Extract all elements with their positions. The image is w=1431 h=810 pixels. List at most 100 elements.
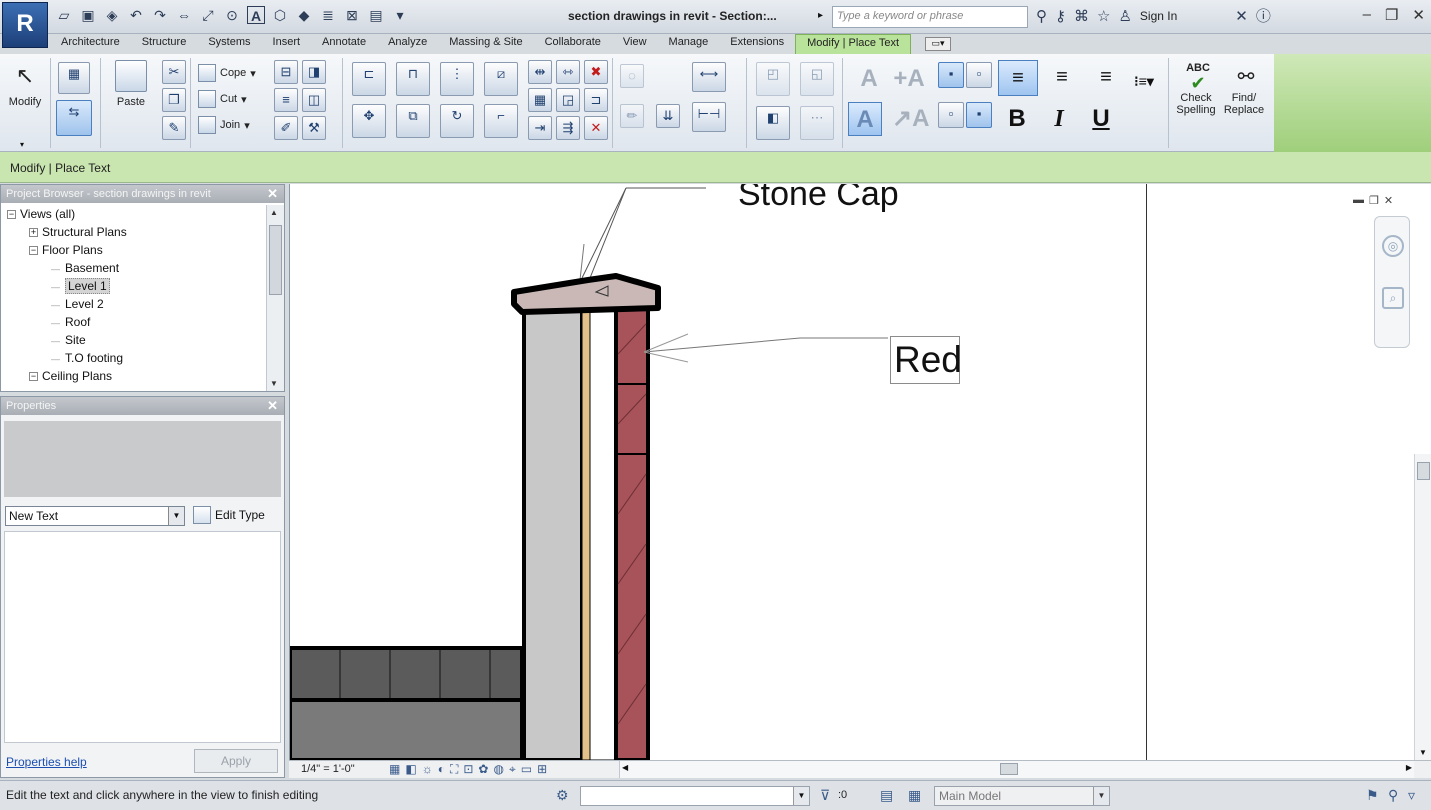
leader-left-icon[interactable]: +A — [892, 62, 926, 96]
close-hidden-icon[interactable]: ⊠ — [343, 6, 361, 24]
tab-extensions[interactable]: Extensions — [719, 34, 795, 54]
shadows-icon[interactable]: ◐ — [438, 762, 445, 777]
leader-top-right-icon[interactable]: ▫ — [966, 62, 992, 88]
search-input[interactable]: Type a keyword or phrase — [832, 6, 1028, 28]
crop-view-icon[interactable]: ⛶ — [450, 762, 458, 777]
scroll-down-icon[interactable]: ▼ — [270, 379, 278, 388]
scroll-left-icon[interactable]: ◀ — [622, 763, 628, 772]
section-icon[interactable]: ◆ — [295, 6, 313, 24]
minimize-view-icon[interactable]: ▬ — [1353, 194, 1364, 207]
close-icon[interactable]: ✕ — [1412, 6, 1425, 24]
switch-windows-icon[interactable]: ▤ — [367, 6, 385, 24]
cut-geometry-button[interactable]: Cut ▾ — [198, 90, 247, 108]
italic-button[interactable]: I — [1042, 102, 1076, 136]
tree-item[interactable]: + Structural Plans — [1, 223, 265, 241]
steering-wheel-icon[interactable]: ◎ — [1382, 235, 1404, 257]
tab-insert[interactable]: Insert — [262, 34, 312, 54]
worksets-icon[interactable]: ⚙ — [556, 787, 569, 804]
tree-item[interactable]: − Views (all) — [1, 205, 265, 223]
tab-structure[interactable]: Structure — [131, 34, 198, 54]
stone-cap-label[interactable]: Stone Cap — [738, 184, 899, 214]
chevron-right-icon[interactable]: ▸ — [818, 10, 823, 21]
chevron-down-icon[interactable]: ▼ — [1093, 787, 1109, 805]
text-edit-box[interactable]: Red — [890, 336, 962, 384]
bold-button[interactable]: B — [1000, 102, 1034, 136]
chevron-down-icon[interactable]: ▼ — [793, 787, 809, 805]
create-similar-icon[interactable]: ⋯ — [800, 106, 834, 140]
close-icon[interactable]: ✕ — [267, 186, 278, 202]
paste-button[interactable]: Paste — [112, 60, 150, 108]
undo-icon[interactable]: ↶ — [127, 6, 145, 24]
trim-icon[interactable]: ⌐ — [484, 104, 518, 138]
split-icon[interactable]: ⇹ — [528, 60, 552, 84]
modify-button[interactable]: ↖ Modify — [6, 60, 44, 108]
collapse-icon[interactable]: − — [7, 210, 16, 220]
canvas-scroll-thumb[interactable] — [1417, 462, 1430, 480]
drawing-area[interactable]: Stone Cap Red ▬ ❐ ✕ ◎ ⌕ ▼ — [289, 184, 1431, 760]
canvas-vertical-scrollbar[interactable]: ▼ — [1414, 454, 1431, 760]
3d-view-icon[interactable]: ⬡ — [271, 6, 289, 24]
redo-icon[interactable]: ↷ — [151, 6, 169, 24]
trim-extend-icon[interactable]: ⇥ — [528, 116, 552, 140]
sun-path-icon[interactable]: ☼ — [422, 762, 433, 777]
hide-icon[interactable]: ◌ — [620, 64, 644, 88]
offset-icon[interactable]: ⊓ — [396, 62, 430, 96]
leader-top-left-icon[interactable]: ▪ — [938, 62, 964, 88]
show-crop-icon[interactable]: ⊡ — [463, 762, 473, 777]
properties-help-link[interactable]: Properties help — [6, 755, 87, 769]
create-assembly-icon[interactable]: ◱ — [800, 62, 834, 96]
scroll-down-icon[interactable]: ▼ — [1419, 748, 1427, 757]
split-face-icon[interactable]: ◨ — [302, 60, 326, 84]
close-view-icon[interactable]: ✕ — [1384, 194, 1393, 207]
exchange-icon[interactable]: ✕ — [1235, 7, 1248, 25]
align-icon[interactable]: ⊏ — [352, 62, 386, 96]
create-group-icon[interactable]: ◰ — [756, 62, 790, 96]
type-properties-icon[interactable]: ▦ — [58, 62, 90, 94]
cope-button[interactable]: Cope ▾ — [198, 64, 256, 82]
user-icon[interactable]: ♙ — [1118, 7, 1131, 25]
design-options-icon[interactable]: ▦ — [908, 787, 921, 804]
application-menu-button[interactable]: R — [2, 2, 48, 48]
horizontal-scroll-thumb[interactable] — [1000, 763, 1018, 775]
sync-icon[interactable]: ◈ — [103, 6, 121, 24]
tree-item[interactable]: — T.O footing — [1, 349, 265, 367]
star-icon[interactable]: ☆ — [1097, 7, 1110, 25]
tree-item[interactable]: — Level 1 — [1, 277, 265, 295]
zoom-icon[interactable]: ⌕ — [1382, 287, 1404, 309]
open-icon[interactable]: ▱ — [55, 6, 73, 24]
grow-text-icon[interactable]: A — [852, 62, 886, 96]
copy-element-icon[interactable]: ⧉ — [396, 104, 430, 138]
lock-view-icon[interactable]: ⌖ — [509, 762, 516, 777]
rotate-icon[interactable]: ↻ — [440, 104, 474, 138]
move-icon[interactable]: ✥ — [352, 104, 386, 138]
hammer-icon[interactable]: ⚒ — [302, 116, 326, 140]
align-center-icon[interactable]: ≡ — [1042, 60, 1082, 96]
save-icon[interactable]: ▣ — [79, 6, 97, 24]
tab-view[interactable]: View — [612, 34, 658, 54]
qat-dropdown-icon[interactable]: ▾ — [391, 6, 409, 24]
arc-leader-icon[interactable]: ↗A — [892, 102, 929, 136]
scroll-thumb[interactable] — [269, 225, 282, 295]
temp-hide-icon[interactable]: ✿ — [478, 762, 488, 777]
project-browser-scrollbar[interactable]: ▲ ▼ — [266, 205, 284, 391]
join-button[interactable]: Join ▾ — [198, 116, 250, 134]
align-left-icon[interactable]: ≡ — [998, 60, 1038, 96]
no-leader-icon[interactable]: A — [848, 102, 882, 136]
tree-item[interactable]: — Level 2 — [1, 295, 265, 313]
collapse-icon[interactable]: − — [29, 372, 38, 382]
paint-icon[interactable]: ◫ — [302, 88, 326, 112]
tab-analyze[interactable]: Analyze — [377, 34, 438, 54]
subscription-icon[interactable]: ⌘ — [1074, 7, 1089, 25]
tab-modify-place-text[interactable]: Modify | Place Text — [795, 34, 912, 54]
cut-scissors-icon[interactable]: ✂ — [162, 60, 186, 84]
collapse-icon[interactable]: − — [29, 246, 38, 256]
tab-systems[interactable]: Systems — [197, 34, 261, 54]
scale-icon[interactable]: ◲ — [556, 88, 580, 112]
match-properties-icon[interactable]: ✎ — [162, 116, 186, 140]
tab-manage[interactable]: Manage — [658, 34, 720, 54]
close-icon[interactable]: ✕ — [267, 398, 278, 414]
view-scale[interactable]: 1/4" = 1'-0" — [301, 763, 355, 775]
align-dimension-icon[interactable]: ⇔ — [175, 6, 193, 24]
tab-architecture[interactable]: Architecture — [50, 34, 131, 54]
sign-in-link[interactable]: Sign In — [1140, 9, 1177, 23]
